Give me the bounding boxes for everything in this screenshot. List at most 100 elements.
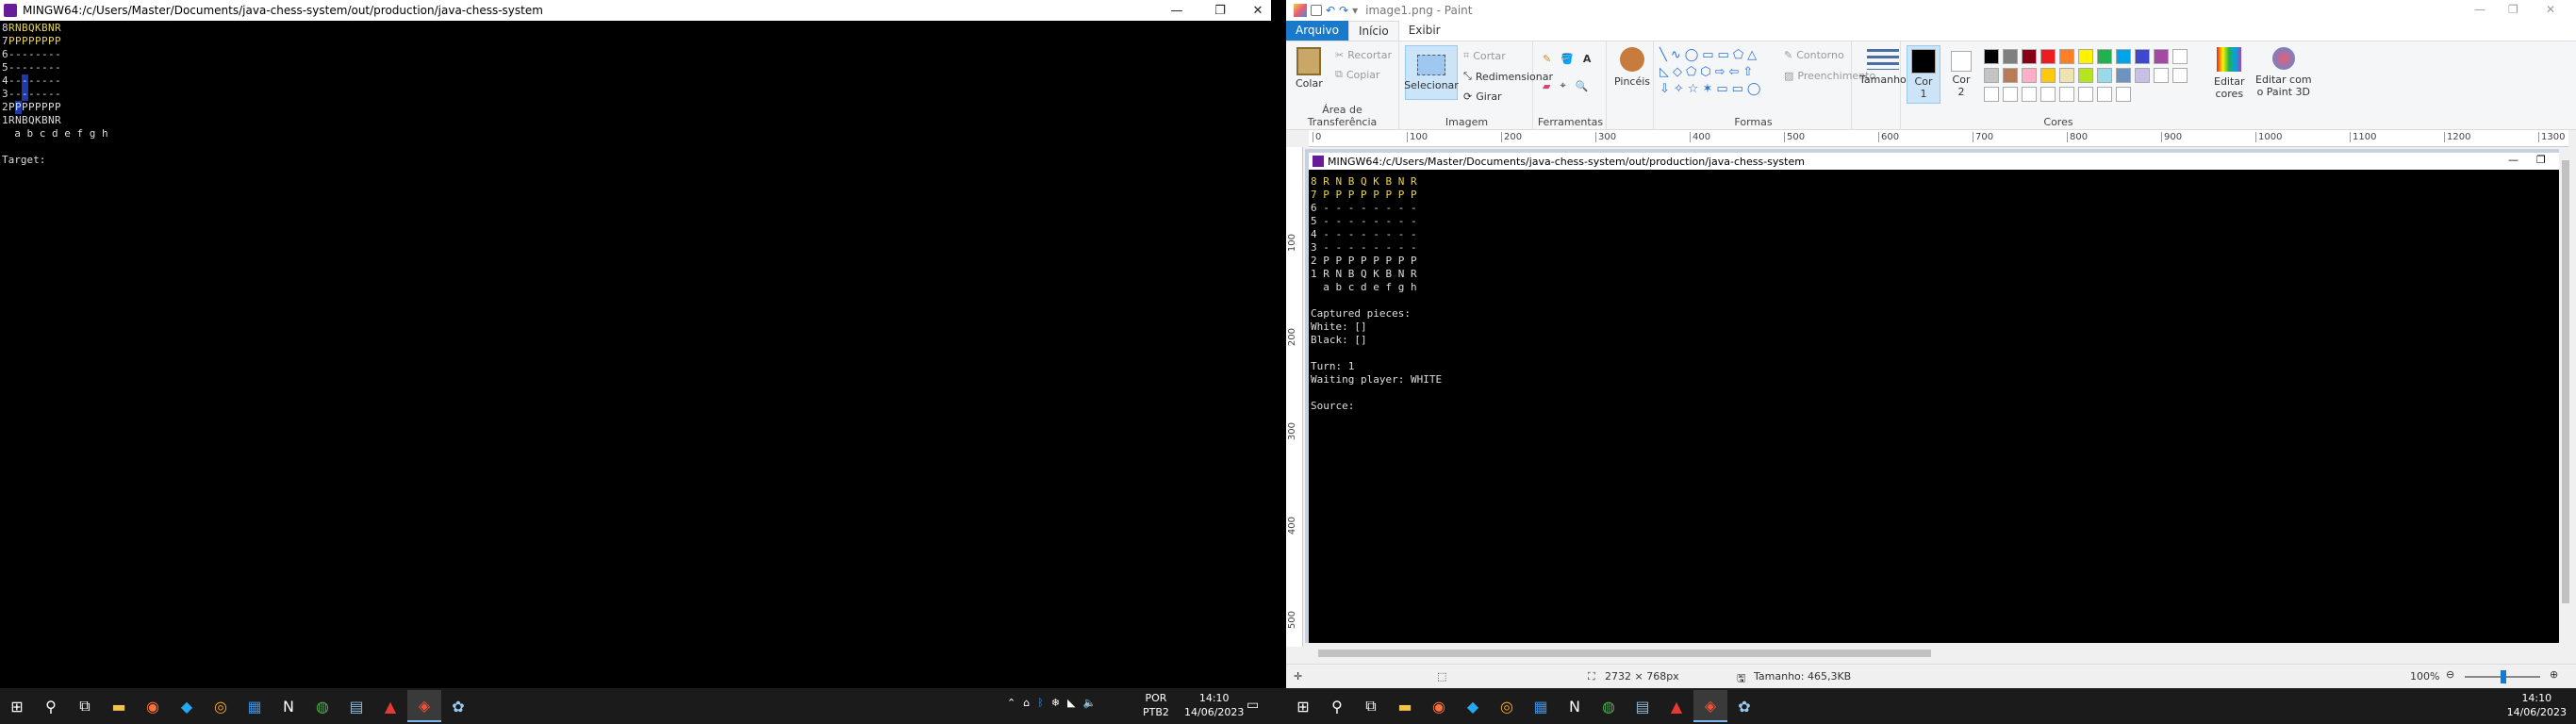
paint-icon[interactable]: ✿	[1727, 690, 1761, 722]
calendar-icon[interactable]: ▦	[1524, 690, 1558, 722]
palette-swatch[interactable]	[2003, 49, 2018, 64]
custom-color-slot[interactable]	[2040, 87, 2056, 102]
rotate-button[interactable]: ⟳ Girar	[1463, 90, 1502, 103]
acrobat-icon[interactable]: ▲	[373, 690, 407, 722]
calendar-icon[interactable]: ▦	[238, 690, 272, 722]
palette-swatch[interactable]	[2022, 49, 2037, 64]
tab-arquivo[interactable]: Arquivo	[1286, 21, 1348, 41]
search-icon[interactable]: ⚲	[1320, 690, 1354, 722]
brushes-button[interactable]: Pincéis	[1614, 47, 1650, 88]
chrome-dev-icon[interactable]: ◎	[1490, 690, 1524, 722]
firefox-icon[interactable]: ◉	[136, 690, 170, 722]
palette-swatch[interactable]	[2135, 68, 2150, 83]
fill-icon[interactable]: 🪣	[1560, 53, 1574, 65]
tray-device-icon[interactable]: ⌂	[1023, 697, 1030, 709]
start-icon[interactable]: ⊞	[0, 690, 34, 722]
notification-icon[interactable]: ▭	[1247, 698, 1259, 713]
close-button[interactable]: ✕	[2546, 3, 2555, 16]
text-icon[interactable]: A	[1583, 53, 1592, 65]
palette-swatch[interactable]	[2172, 49, 2188, 64]
file-explorer-icon[interactable]: ▬	[1388, 690, 1422, 722]
paint-icon[interactable]: ✿	[441, 690, 475, 722]
palette-swatch[interactable]	[2116, 49, 2131, 64]
custom-color-slot[interactable]	[1984, 87, 1999, 102]
start-icon[interactable]: ⊞	[1286, 690, 1320, 722]
bluetooth-icon[interactable]: ᛒ	[1037, 697, 1044, 709]
palette-swatch[interactable]	[2059, 49, 2074, 64]
palette-swatch[interactable]	[2116, 68, 2131, 83]
customize-icon[interactable]: ▾	[1352, 4, 1358, 17]
vscode-icon[interactable]: ◆	[170, 690, 204, 722]
edit-colors-button[interactable]: Editar cores	[2214, 47, 2245, 100]
color2-button[interactable]: Cor 2	[1944, 45, 1978, 104]
terminal-titlebar[interactable]: MINGW64:/c/Users/Master/Documents/java-c…	[0, 0, 1271, 21]
shapes-gallery[interactable]: ╲∿◯▭▭⬠△ ◺◇⬠⬡⇨⇦⇧ ⇩✧☆✶▭▭◯	[1660, 47, 1782, 98]
maximize-button[interactable]: ❐	[1201, 0, 1239, 21]
task-view-icon[interactable]: ⧉	[1354, 690, 1388, 722]
palette-swatch[interactable]	[2059, 68, 2074, 83]
minimize-button[interactable]: —	[2474, 3, 2485, 16]
notes-icon[interactable]: ▤	[1626, 690, 1660, 722]
redo-icon[interactable]: ↷	[1339, 4, 1348, 17]
color1-button[interactable]: Cor 1	[1907, 45, 1940, 104]
palette-swatch[interactable]	[2040, 49, 2056, 64]
save-icon[interactable]	[1311, 5, 1322, 16]
palette-swatch[interactable]	[1984, 68, 1999, 83]
palette-swatch[interactable]	[2022, 68, 2037, 83]
zoom-out-button[interactable]: ⊖	[2446, 668, 2454, 681]
close-button[interactable]: ✕	[1245, 0, 1271, 21]
vscode-icon[interactable]: ◆	[1456, 690, 1490, 722]
tray-chevron-icon[interactable]: ⌃	[1007, 697, 1016, 709]
terminal-output[interactable]: 8RNBQKBNR7PPPPPPPP6--------5--------4---…	[2, 22, 108, 167]
color-picker-icon[interactable]: ⌖	[1560, 79, 1565, 92]
git-bash-icon[interactable]: ◈	[407, 690, 441, 722]
task-view-icon[interactable]: ⧉	[68, 690, 102, 722]
chrome-icon[interactable]: ◍	[1592, 690, 1626, 722]
tray-app-icon[interactable]: ❄	[1051, 697, 1060, 709]
terminal-window[interactable]: MINGW64:/c/Users/Master/Documents/java-c…	[0, 0, 1271, 688]
palette-swatch[interactable]	[1984, 49, 1999, 64]
maximize-button[interactable]: ❐	[2508, 3, 2518, 16]
custom-color-slot[interactable]	[2097, 87, 2112, 102]
crop-button[interactable]: ⌗ Cortar	[1463, 49, 1506, 62]
paint-titlebar[interactable]: ↶ ↷ ▾ image1.png - Paint — ❐ ✕	[1286, 0, 2576, 21]
palette-swatch[interactable]	[2040, 68, 2056, 83]
palette-swatch[interactable]	[2154, 49, 2169, 64]
canvas-image[interactable]: MINGW64:/c/Users/Master/Documents/java-c…	[1309, 153, 2559, 643]
paste-button[interactable]: Colar	[1296, 47, 1323, 90]
custom-color-slot[interactable]	[2116, 87, 2131, 102]
clock[interactable]: 14:10 14/06/2023	[2507, 691, 2567, 719]
custom-color-slot[interactable]	[2078, 87, 2093, 102]
chrome-dev-icon[interactable]: ◎	[204, 690, 238, 722]
custom-color-slot[interactable]	[2154, 68, 2169, 83]
select-button[interactable]: Selecionar	[1404, 45, 1459, 100]
tab-inicio[interactable]: Início	[1347, 21, 1399, 41]
zoom-slider-thumb[interactable]	[2501, 670, 2506, 683]
palette-swatch[interactable]	[2078, 49, 2093, 64]
notes-icon[interactable]: ▤	[339, 690, 373, 722]
pencil-icon[interactable]: ✎	[1543, 53, 1551, 65]
git-bash-icon[interactable]: ◈	[1693, 690, 1727, 722]
horizontal-scrollbar[interactable]	[1305, 647, 2559, 660]
tab-exibir[interactable]: Exibir	[1399, 21, 1450, 41]
palette-swatch[interactable]	[2097, 68, 2112, 83]
custom-color-slot[interactable]	[2022, 87, 2037, 102]
outline-button[interactable]: ✎ Contorno	[1784, 49, 1844, 61]
volume-icon[interactable]: 🔈	[1083, 697, 1097, 709]
eraser-icon[interactable]: ▰	[1543, 80, 1550, 92]
undo-icon[interactable]: ↶	[1326, 4, 1335, 17]
search-icon[interactable]: ⚲	[34, 690, 68, 722]
notion-icon[interactable]: N	[1558, 690, 1592, 722]
zoom-in-button[interactable]: ⊕	[2550, 668, 2558, 681]
notion-icon[interactable]: N	[272, 690, 305, 722]
file-explorer-icon[interactable]: ▬	[102, 690, 136, 722]
custom-color-slot[interactable]	[2172, 68, 2188, 83]
language-indicator[interactable]: POR PTB2	[1143, 691, 1169, 719]
firefox-icon[interactable]: ◉	[1422, 690, 1456, 722]
palette-swatch[interactable]	[2078, 68, 2093, 83]
magnifier-icon[interactable]: 🔍	[1576, 80, 1589, 92]
paint-window[interactable]: ↶ ↷ ▾ image1.png - Paint — ❐ ✕ Arquivo I…	[1286, 0, 2576, 688]
palette-swatch[interactable]	[2097, 49, 2112, 64]
network-icon[interactable]: ◣	[1067, 697, 1075, 709]
palette-swatch[interactable]	[2003, 68, 2018, 83]
